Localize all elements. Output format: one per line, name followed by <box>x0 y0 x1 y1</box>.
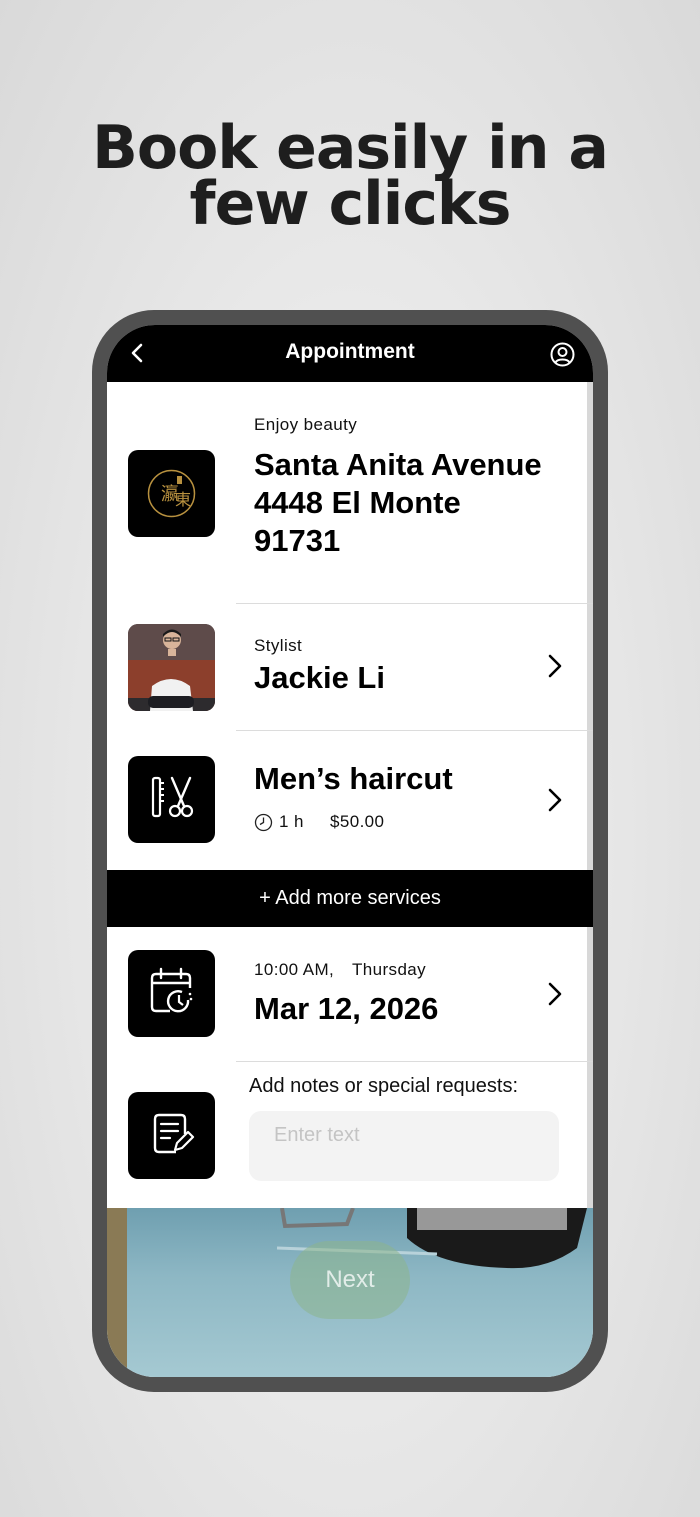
calendar-clock-icon <box>150 967 193 1013</box>
stylist-name: Jackie Li <box>254 660 385 695</box>
notes-input[interactable] <box>249 1111 559 1181</box>
salon-logo-icon: 瀛 東 <box>147 469 196 518</box>
salon-logo: 瀛 東 <box>128 450 215 537</box>
schedule-tile <box>128 950 215 1037</box>
schedule-weekday: Thursday <box>352 960 427 979</box>
chevron-right-icon[interactable] <box>547 787 563 813</box>
schedule-date: Mar 12, 2026 <box>254 991 439 1026</box>
schedule-time: 10:00 AM, <box>254 960 335 979</box>
promo-headline-line2: few clicks <box>189 169 512 239</box>
notes-tile <box>128 1092 215 1179</box>
service-price: $50.00 <box>330 812 385 831</box>
salon-address: Santa Anita Avenue 4448 El Monte 91731 <box>254 446 542 560</box>
next-button[interactable]: Next <box>290 1241 410 1319</box>
stylist-label: Stylist <box>254 636 303 655</box>
chevron-right-icon[interactable] <box>547 981 563 1007</box>
app-screen: Appointment 瀛 東 Enjoy beauty Santa Anita… <box>107 325 593 1377</box>
add-more-services-button[interactable]: + Add more services <box>107 870 593 927</box>
stylist-avatar <box>128 624 215 711</box>
salon-name: Enjoy beauty <box>254 415 358 434</box>
notes-label: Add notes or special requests: <box>249 1075 519 1097</box>
salon-address-line1: Santa Anita Avenue <box>254 447 542 482</box>
svg-text:東: 東 <box>175 490 191 509</box>
service-duration: 1 h <box>279 812 304 831</box>
service-name: Men’s haircut <box>254 761 453 796</box>
note-edit-icon <box>153 1113 195 1154</box>
divider <box>236 730 593 731</box>
user-circle-icon[interactable] <box>550 342 575 367</box>
service-tile <box>128 756 215 843</box>
chevron-right-icon[interactable] <box>547 653 563 679</box>
promo-headline-line1: Book easily in a <box>92 113 609 183</box>
salon-address-line2: 4448 El Monte <box>254 485 461 520</box>
divider <box>236 603 593 604</box>
scrollbar[interactable] <box>587 382 593 1208</box>
promo-headline: Book easily in a few clicks <box>0 113 700 239</box>
divider <box>236 1061 593 1062</box>
salon-address-line3: 91731 <box>254 523 341 558</box>
clock-icon <box>254 813 273 832</box>
stylist-photo-icon <box>128 624 215 711</box>
comb-scissors-icon <box>151 776 194 818</box>
notes-field[interactable] <box>249 1111 559 1181</box>
page-title: Appointment <box>285 340 415 363</box>
top-bar: Appointment <box>107 325 593 382</box>
